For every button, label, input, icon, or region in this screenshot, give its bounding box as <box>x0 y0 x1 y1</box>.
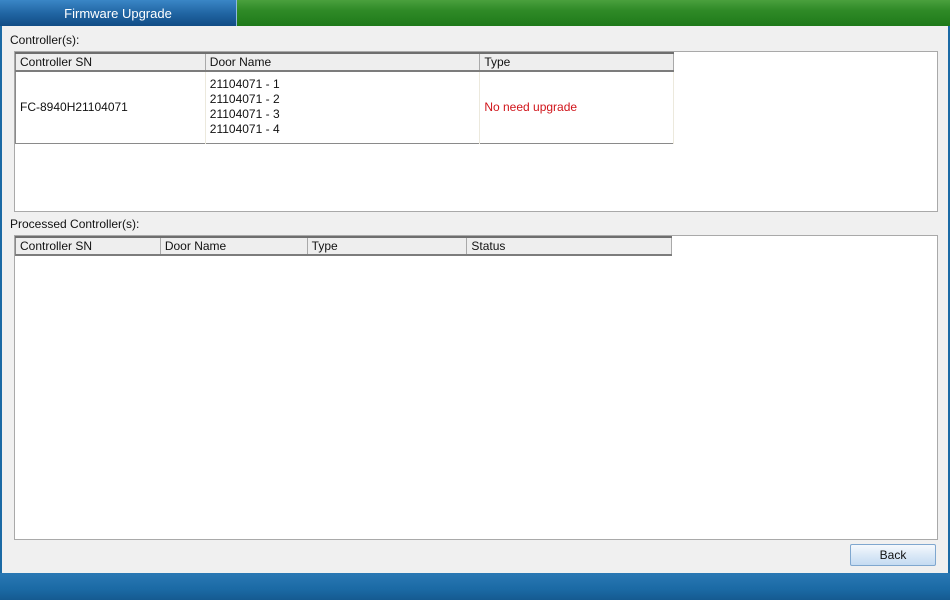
header-bar: Firmware Upgrade <box>0 0 950 26</box>
door-name-line: 21104071 - 2 <box>209 92 280 107</box>
table-row[interactable]: FC-8940H21104071 21104071 - 1 21104071 -… <box>15 71 674 143</box>
controllers-header-row: Controller SN Door Name Type <box>15 53 674 72</box>
door-name-line: 21104071 - 1 <box>209 77 280 92</box>
controllers-section-label: Controller(s): <box>10 33 80 47</box>
door-name-line: 21104071 - 4 <box>209 122 280 137</box>
column-header-type[interactable]: Type <box>307 237 468 256</box>
back-button[interactable]: Back <box>850 544 936 566</box>
column-header-door-name[interactable]: Door Name <box>205 53 481 72</box>
controller-sn-cell: FC-8940H21104071 <box>15 71 206 143</box>
column-header-door-name[interactable]: Door Name <box>160 237 308 256</box>
processed-controllers-table: Controller SN Door Name Type Status <box>15 236 672 256</box>
column-header-status[interactable]: Status <box>466 237 672 256</box>
door-name-cell: 21104071 - 1 21104071 - 2 21104071 - 3 2… <box>205 71 481 143</box>
controllers-list[interactable]: Controller SN Door Name Type FC-8940H211… <box>14 51 938 212</box>
processed-section-label: Processed Controller(s): <box>10 217 140 231</box>
footer-bar <box>0 573 950 600</box>
processed-header-row: Controller SN Door Name Type Status <box>15 237 672 256</box>
controllers-table: Controller SN Door Name Type FC-8940H211… <box>15 52 674 144</box>
tab-firmware-upgrade[interactable]: Firmware Upgrade <box>0 0 237 26</box>
processed-controllers-list[interactable]: Controller SN Door Name Type Status <box>14 235 938 540</box>
type-cell: No need upgrade <box>479 71 674 143</box>
door-name-line: 21104071 - 3 <box>209 107 280 122</box>
column-header-controller-sn[interactable]: Controller SN <box>15 237 161 256</box>
main-panel: Controller(s): Controller SN Door Name T… <box>2 26 948 573</box>
firmware-upgrade-window: Firmware Upgrade Controller(s): Controll… <box>0 0 950 600</box>
column-header-controller-sn[interactable]: Controller SN <box>15 53 206 72</box>
column-header-type[interactable]: Type <box>479 53 674 72</box>
